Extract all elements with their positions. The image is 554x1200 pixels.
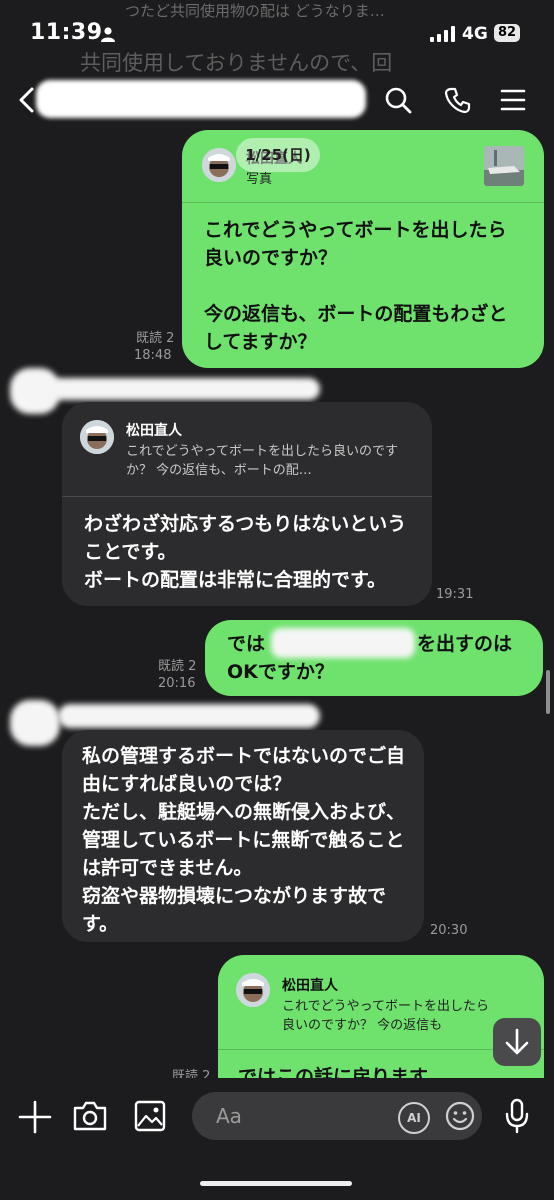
microphone-icon[interactable] — [504, 1098, 530, 1134]
status-bar: つたど共同使用物の配は どうなりま… 11:39 共同使用しておりませんので、回… — [0, 0, 554, 75]
ai-icon[interactable]: AI — [398, 1102, 430, 1134]
ghost-preview-text: つたど共同使用物の配は どうなりま… — [125, 2, 385, 20]
sender-avatar-redacted — [10, 700, 60, 746]
message-text-redacted — [271, 628, 415, 658]
arrow-down-icon — [505, 1028, 529, 1055]
search-icon[interactable] — [384, 86, 412, 114]
message-time: 19:31 — [436, 587, 474, 602]
read-receipt: 既読 2 — [136, 331, 175, 346]
message-time: 18:48 — [134, 348, 172, 363]
message-text-part: OKですか？ — [227, 661, 334, 683]
battery-icon: 82 — [494, 24, 520, 42]
person-icon — [101, 27, 115, 42]
photo-thumbnail[interactable] — [484, 146, 524, 186]
message-text: わざわざ対応するつもりはないということです。 ボートの配置は非常に合理的です。 — [84, 513, 407, 591]
avatar — [80, 420, 114, 454]
avatar — [236, 973, 270, 1007]
camera-icon[interactable] — [72, 1100, 108, 1132]
quote-sender-name: 松田直人 — [126, 423, 182, 439]
read-receipt: 既読 2 — [158, 659, 197, 674]
network-type: 4G — [462, 24, 488, 44]
message-time: 20:30 — [430, 923, 468, 938]
message-bubble-sent[interactable]: では を出すのは OKですか？ — [205, 620, 543, 696]
scroll-to-bottom-button[interactable] — [493, 1018, 541, 1066]
message-text: 私の管理するボートではないのでご自由にすれば良いのでは？ ただし、駐艇場への無断… — [82, 745, 406, 935]
message-text-part: を出すのは — [417, 633, 513, 655]
menu-icon[interactable] — [500, 88, 526, 112]
contact-name-redacted — [36, 80, 366, 118]
quote-text: これでどうやってボートを出したら良いのですか？ 今の返信も — [282, 999, 489, 1033]
message-text: これでどうやってボートを出したら良いのですか？ 今の返信も、ボートの配置もわざと… — [204, 219, 508, 353]
message-bubble-received[interactable]: 私の管理するボートではないのでご自由にすれば良いのでは？ ただし、駐艇場への無断… — [62, 730, 424, 942]
sender-name-redacted — [58, 704, 320, 728]
quote-text: 写真 — [246, 172, 273, 187]
quote-text: これでどうやってボートを出したら良いのですか？ 今の返信も、ボートの配… — [126, 444, 398, 478]
quote-divider — [182, 202, 544, 203]
image-icon[interactable] — [134, 1100, 166, 1132]
quote-divider — [62, 496, 432, 497]
plus-icon[interactable] — [18, 1100, 52, 1134]
ghost-preview-text-2: 共同使用しておりませんので、回 — [80, 51, 393, 75]
emoji-icon[interactable] — [444, 1100, 476, 1132]
phone-icon[interactable] — [444, 86, 472, 114]
sender-name-redacted — [50, 378, 320, 400]
message-text-part: では — [227, 633, 266, 655]
scroll-indicator[interactable] — [546, 670, 550, 714]
signal-icon — [430, 26, 455, 42]
home-indicator — [200, 1181, 352, 1186]
message-time: 20:16 — [158, 676, 196, 691]
date-chip: 1/25(日) — [236, 138, 320, 172]
avatar — [202, 148, 236, 182]
status-time: 11:39 — [30, 20, 103, 45]
message-bubble-received[interactable]: 松田直人 これでどうやってボートを出したら良いのですか？ 今の返信も、ボートの配… — [62, 402, 432, 606]
message-input-placeholder: Aa — [216, 1104, 242, 1128]
quote-sender-name: 松田直人 — [282, 978, 338, 994]
